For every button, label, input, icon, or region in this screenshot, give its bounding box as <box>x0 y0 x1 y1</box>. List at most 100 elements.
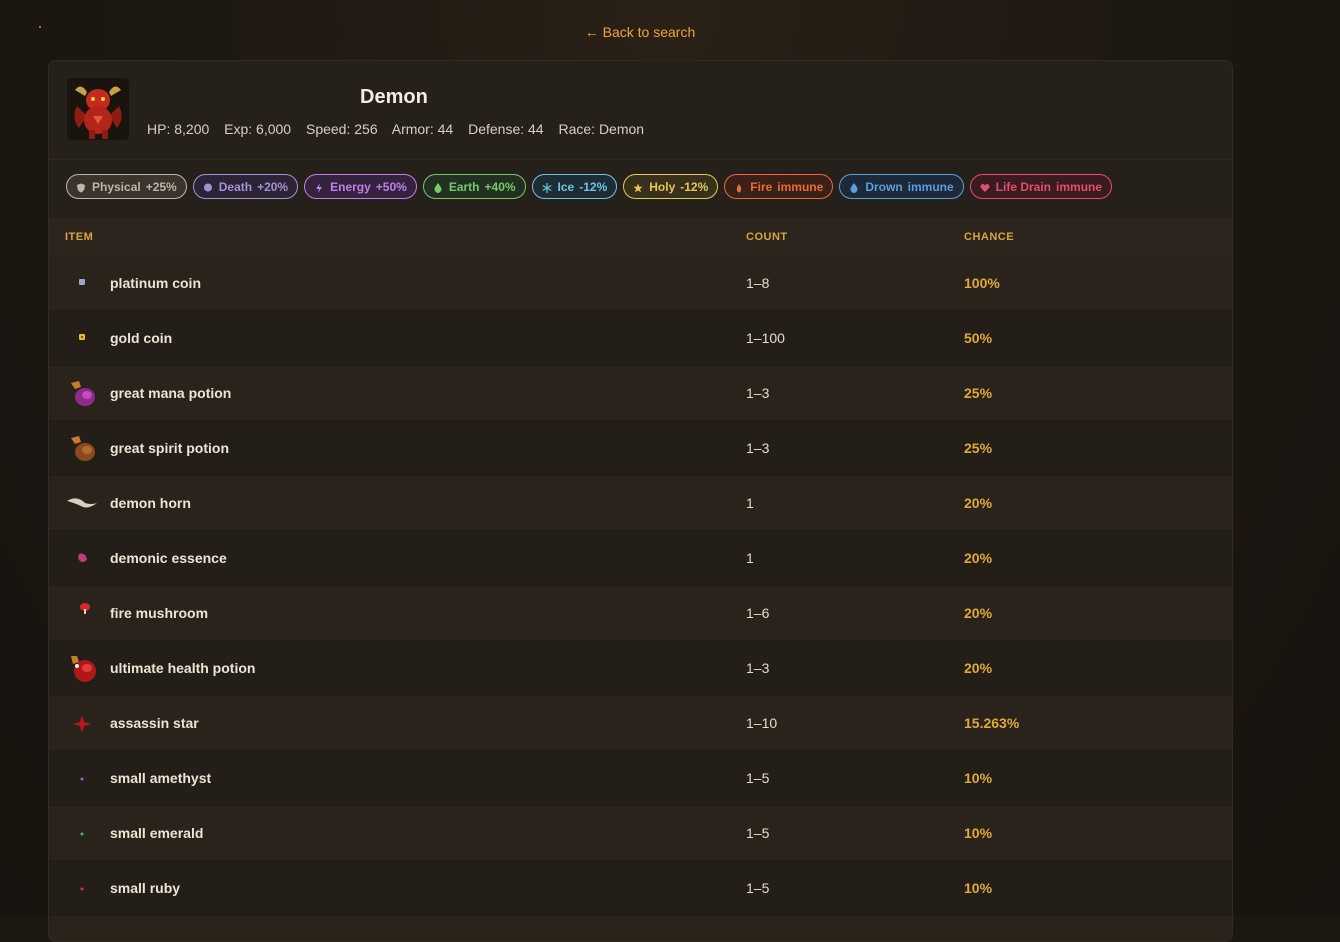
back-to-search-link[interactable]: ← Back to search <box>0 24 1280 40</box>
platinum-coin-icon <box>65 267 99 299</box>
monster-card: Demon HP: 8,200 Exp: 6,000 Speed: 256 Ar… <box>48 60 1233 942</box>
drop-icon <box>433 182 443 193</box>
gold-coin-icon <box>65 322 99 354</box>
item-name[interactable]: ultimate health potion <box>110 660 255 676</box>
table-row[interactable]: great mana potion 1–3 25% <box>49 366 1232 421</box>
element-pill-death: Death +20% <box>192 174 299 199</box>
element-pill-label: Holy <box>649 179 676 194</box>
star-icon <box>633 182 643 192</box>
column-chance[interactable]: CHANCE <box>964 231 1014 243</box>
item-count: 1–100 <box>746 330 785 346</box>
assassin-star-icon <box>65 707 99 739</box>
item-name[interactable]: small emerald <box>110 825 203 841</box>
essence-icon <box>65 542 99 574</box>
item-count: 1 <box>746 550 754 566</box>
stat-defense: Defense: 44 <box>468 121 544 137</box>
element-pill-value: immune <box>1056 179 1103 194</box>
monster-header: Demon HP: 8,200 Exp: 6,000 Speed: 256 Ar… <box>49 61 1232 160</box>
item-count: 1–5 <box>746 825 770 841</box>
item-chance: 25% <box>964 440 993 456</box>
column-count[interactable]: COUNT <box>746 231 788 243</box>
lightning-icon <box>314 182 324 193</box>
item-count: 1 <box>746 495 754 511</box>
item-chance: 15.263% <box>964 715 1020 731</box>
flame-icon <box>734 182 744 192</box>
snowflake-icon <box>541 182 552 193</box>
table-row[interactable]: gold coin 1–100 50% <box>49 311 1232 366</box>
element-pill-value: +25% <box>145 179 177 194</box>
item-chance: 20% <box>964 495 993 511</box>
item-chance: 20% <box>964 660 993 676</box>
item-count: 1–5 <box>746 770 770 786</box>
item-count: 1–6 <box>746 605 770 621</box>
table-row[interactable]: assassin star 1–10 15.263% <box>49 696 1232 751</box>
table-row[interactable]: ultimate health potion 1–3 20% <box>49 641 1232 696</box>
item-chance: 20% <box>964 550 993 566</box>
column-item[interactable]: ITEM <box>65 231 93 243</box>
ruby-icon <box>65 872 99 904</box>
stat-race: Race: Demon <box>558 121 645 137</box>
table-row[interactable]: platinum coin 1–8 100% <box>49 256 1232 311</box>
emerald-icon <box>65 817 99 849</box>
heart-icon <box>980 182 990 192</box>
element-pill-earth: Earth +40% <box>422 174 526 199</box>
table-row[interactable]: demon horn 1 20% <box>49 476 1232 531</box>
element-pill-value: immune <box>777 179 824 194</box>
stat-exp: Exp: 6,000 <box>224 121 292 137</box>
table-row[interactable] <box>49 916 1232 941</box>
item-name[interactable]: assassin star <box>110 715 199 731</box>
table-row[interactable]: small amethyst 1–5 10% <box>49 751 1232 806</box>
loot-table-body: platinum coin 1–8 100% gold coin 1–100 50% gre… <box>49 256 1232 941</box>
item-name[interactable]: demon horn <box>110 495 191 511</box>
item-name[interactable]: demonic essence <box>110 550 227 566</box>
item-chance: 50% <box>964 330 993 346</box>
item-name[interactable]: great spirit potion <box>110 440 229 456</box>
item-name[interactable]: small ruby <box>110 880 180 896</box>
demon-avatar <box>67 78 129 140</box>
element-pill-holy: Holy -12% <box>623 174 719 199</box>
item-count: 1–8 <box>746 275 770 291</box>
item-name[interactable]: fire mushroom <box>110 605 208 621</box>
table-row[interactable]: demonic essence 1 20% <box>49 531 1232 586</box>
element-pill-label: Death <box>218 179 253 194</box>
stat-hp: HP: 8,200 <box>147 121 210 137</box>
element-pill-value: -12% <box>680 179 709 194</box>
element-pill-value: immune <box>907 179 954 194</box>
stat-speed: Speed: 256 <box>305 121 378 137</box>
element-pill-label: Drown <box>865 179 903 194</box>
element-pill-ice: Ice -12% <box>531 174 618 199</box>
item-name[interactable]: gold coin <box>110 330 172 346</box>
item-count: 1–3 <box>746 660 770 676</box>
amethyst-icon <box>65 762 99 794</box>
monster-name: Demon <box>360 86 428 108</box>
element-pill-fire: Fire immune <box>724 174 834 199</box>
mana-potion-icon <box>65 377 99 409</box>
spirit-potion-icon <box>65 432 99 464</box>
item-count: 1–3 <box>746 440 770 456</box>
item-count: 1–10 <box>746 715 778 731</box>
monster-stats: HP: 8,200 Exp: 6,000 Speed: 256 Armor: 4… <box>147 121 655 137</box>
table-row[interactable]: small emerald 1–5 10% <box>49 806 1232 861</box>
element-pill-label: Physical <box>92 179 141 194</box>
table-row[interactable]: small ruby 1–5 10% <box>49 861 1232 916</box>
item-name[interactable]: platinum coin <box>110 275 201 291</box>
element-pill-energy: Energy +50% <box>304 174 417 199</box>
element-modifiers: Physical +25% Death +20% Energy +50% Earth +40%… <box>66 174 1113 199</box>
mushroom-icon <box>65 597 99 629</box>
item-chance: 20% <box>964 605 993 621</box>
element-pill-label: Energy <box>330 179 371 194</box>
item-count: 1–5 <box>746 880 770 896</box>
item-chance: 10% <box>964 825 993 841</box>
item-name[interactable]: small amethyst <box>110 770 211 786</box>
item-name[interactable]: great mana potion <box>110 385 231 401</box>
element-pill-life-drain: Life Drain immune <box>969 174 1113 199</box>
item-count: 1–3 <box>746 385 770 401</box>
table-row[interactable]: great spirit potion 1–3 25% <box>49 421 1232 476</box>
horn-icon <box>65 487 99 519</box>
skull-icon <box>203 182 213 192</box>
element-pill-label: Earth <box>448 179 480 194</box>
health-potion-icon <box>65 652 99 684</box>
element-pill-label: Fire <box>750 179 773 194</box>
item-chance: 10% <box>964 880 993 896</box>
table-row[interactable]: fire mushroom 1–6 20% <box>49 586 1232 641</box>
